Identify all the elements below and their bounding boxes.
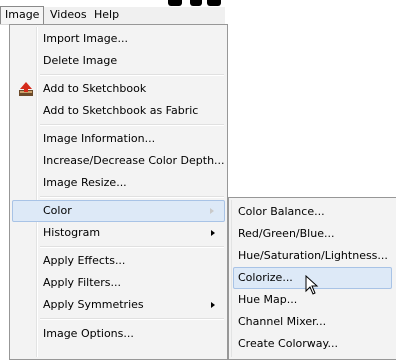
submenu-item-red-green-blue[interactable]: Red/Green/Blue...	[233, 223, 396, 245]
submenu-item-label: Hue Map...	[238, 293, 298, 306]
menu-separator	[40, 196, 224, 198]
menu-item-label: Increase/Decrease Color Depth...	[43, 154, 225, 167]
submenu-item-label: Colorize...	[238, 271, 293, 284]
clipped-heading-fragment	[190, 0, 202, 6]
menu-separator	[40, 246, 224, 248]
menu-item-image-information[interactable]: Image Information...	[12, 128, 225, 150]
menu-image[interactable]: Image	[0, 6, 45, 24]
menu-item-label: Apply Filters...	[43, 276, 122, 289]
menu-separator	[40, 124, 224, 126]
submenu-item-label: Channel Mixer...	[238, 315, 327, 328]
submenu-item-label: Hue/Saturation/Lightness...	[238, 249, 388, 262]
menu-separator	[40, 74, 224, 76]
submenu-arrow-icon	[211, 230, 215, 236]
menu-item-histogram[interactable]: Histogram	[12, 222, 225, 244]
submenu-item-label: Color Balance...	[238, 205, 325, 218]
submenu-arrow-icon	[210, 208, 214, 214]
menu-separator	[40, 318, 224, 320]
submenu-item-channel-mixer[interactable]: Channel Mixer...	[233, 311, 396, 333]
submenu-item-label: Create Colorway...	[238, 337, 338, 350]
menu-item-label: Delete Image	[43, 54, 118, 67]
clipped-heading-fragment	[168, 0, 182, 6]
menu-item-add-to-sketchbook[interactable]: Add to Sketchbook	[12, 78, 225, 100]
mouse-pointer-icon	[305, 275, 319, 295]
submenu-arrow-icon	[211, 302, 215, 308]
menu-item-label: Image Information...	[43, 132, 156, 145]
clipped-heading-fragment	[207, 0, 221, 6]
menu-item-delete-image[interactable]: Delete Image	[12, 50, 225, 72]
menu-item-color[interactable]: Color	[12, 200, 225, 222]
menu-item-label: Import Image...	[43, 32, 128, 45]
menu-videos[interactable]: Videos	[46, 7, 91, 23]
menu-item-label: Apply Effects...	[43, 254, 126, 267]
menu-item-apply-effects[interactable]: Apply Effects...	[12, 250, 225, 272]
menu-item-label: Add to Sketchbook	[43, 82, 147, 95]
menu-item-apply-filters[interactable]: Apply Filters...	[12, 272, 225, 294]
menu-item-label: Color	[43, 204, 72, 217]
menu-item-label: Apply Symmetries	[43, 298, 144, 311]
menu-item-add-to-sketchbook-as-fabric[interactable]: Add to Sketchbook as Fabric	[12, 100, 225, 122]
submenu-item-label: Red/Green/Blue...	[238, 227, 335, 240]
image-menu: Import Image... Delete Image Add to Sket…	[9, 24, 228, 360]
menu-item-label: Add to Sketchbook as Fabric	[43, 104, 199, 117]
menu-item-color-depth[interactable]: Increase/Decrease Color Depth...	[12, 150, 225, 172]
menu-item-image-resize[interactable]: Image Resize...	[12, 172, 225, 194]
menu-help[interactable]: Help	[90, 7, 123, 23]
menu-item-image-options[interactable]: Image Options...	[12, 323, 225, 345]
submenu-item-color-balance[interactable]: Color Balance...	[233, 201, 396, 223]
menu-bar: Image Videos Help	[0, 6, 225, 25]
menu-item-label: Image Options...	[43, 327, 134, 340]
sketchbook-icon	[19, 82, 33, 96]
submenu-item-hue-saturation-lightness[interactable]: Hue/Saturation/Lightness...	[233, 245, 396, 267]
menu-item-label: Image Resize...	[43, 176, 127, 189]
submenu-item-create-colorway[interactable]: Create Colorway...	[233, 333, 396, 355]
menu-item-label: Histogram	[43, 226, 101, 239]
menu-item-import-image[interactable]: Import Image...	[12, 28, 225, 50]
menu-item-apply-symmetries[interactable]: Apply Symmetries	[12, 294, 225, 316]
